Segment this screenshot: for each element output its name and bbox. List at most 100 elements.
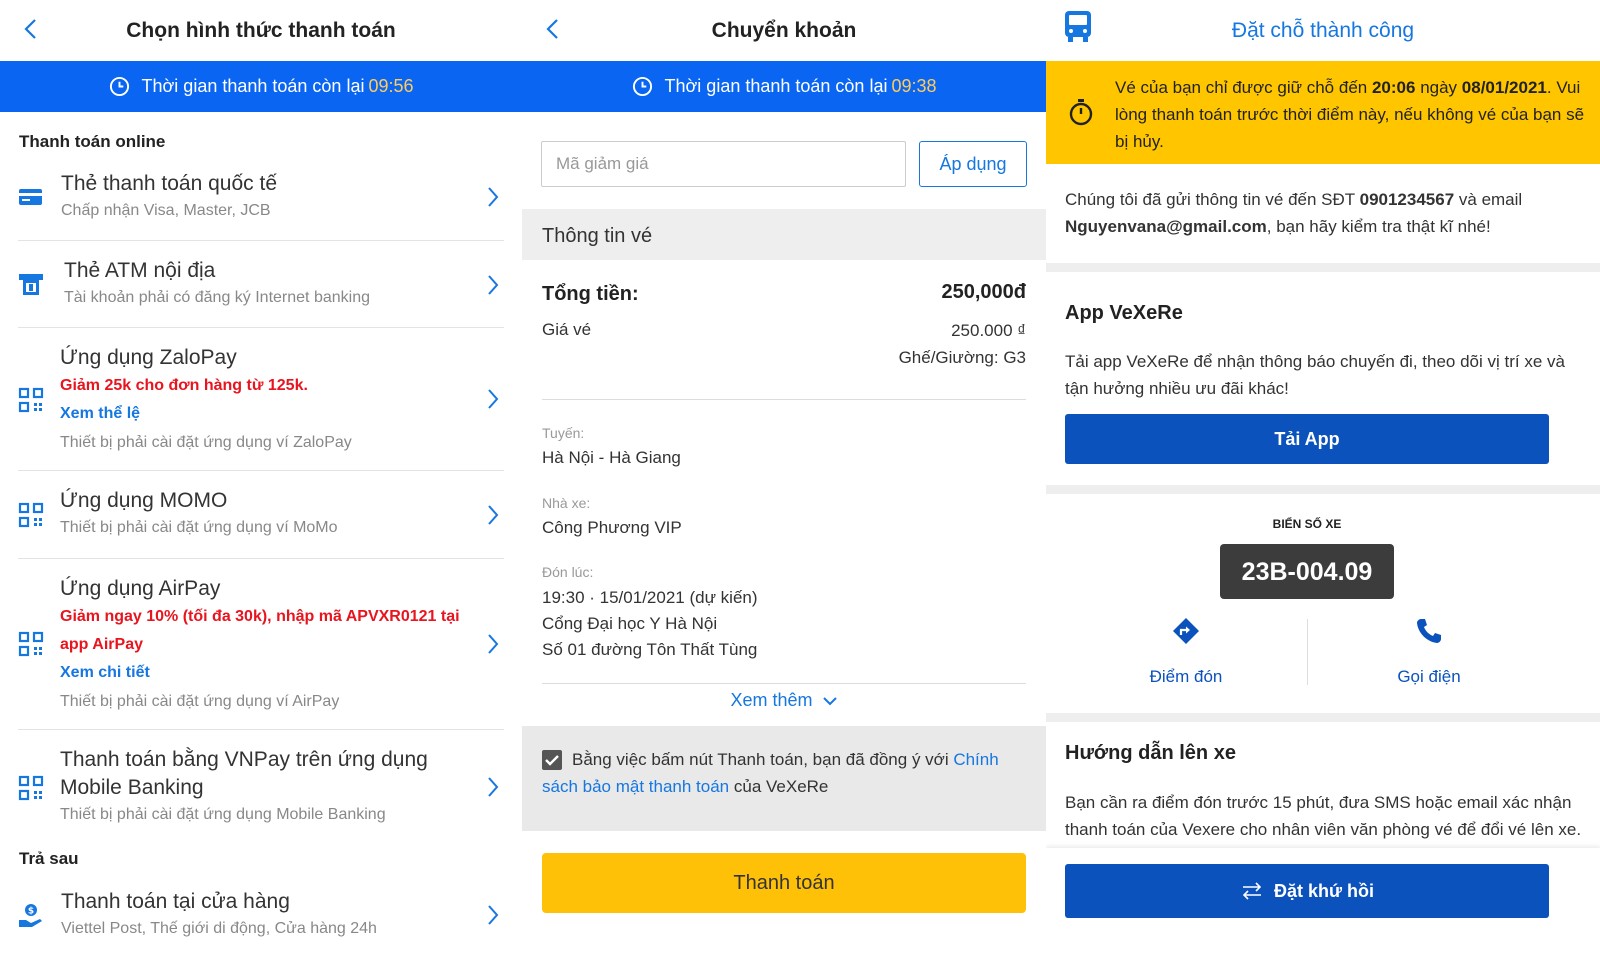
operator-value: Công Phương VIP [542, 518, 682, 537]
countdown-label: Thời gian thanh toán còn lại [141, 76, 365, 96]
method-subtitle: Thiết bị phải cài đặt ứng dụng Mobile Ba… [60, 806, 386, 823]
countdown-bar: Thời gian thanh toán còn lại 09:38 [522, 61, 1046, 112]
footer-bar: Đặt khứ hồi [1046, 848, 1600, 954]
warning-text-1: Vé của bạn chỉ được giữ chỗ đến [1115, 78, 1368, 97]
page-title: Đặt chỗ thành công [1231, 18, 1415, 42]
back-arrow-icon[interactable] [542, 16, 564, 42]
store-payment-icon: $ [19, 904, 42, 927]
method-subtitle: Thiết bị phải cài đặt ứng dụng ví AirPay [60, 693, 340, 710]
details-link[interactable]: Xem chi tiết [60, 659, 468, 687]
chevron-right-icon [488, 634, 499, 654]
page-title: Chuyển khoản [711, 18, 857, 42]
confirmation-text: Chúng tôi đã gửi thông tin vé đến SĐT 09… [1065, 186, 1586, 240]
seat-info: Ghế/Giường: G3 [898, 348, 1026, 367]
clock-icon [109, 76, 129, 97]
swap-arrows-icon [1242, 882, 1262, 900]
chevron-right-icon [488, 389, 499, 409]
warning-text-2: ngày [1420, 78, 1458, 97]
call-button[interactable]: Gọi điện [1369, 616, 1489, 687]
price-label: Giá vé [542, 320, 592, 339]
promo-text: Giảm 25k cho đơn hàng từ 125k. [60, 377, 308, 394]
method-subtitle: Chấp nhận Visa, Master, JCB [61, 202, 271, 219]
pickup-address: Số 01 đường Tôn Thất Tùng [542, 640, 758, 659]
pickup-time: 19:30 · 15/01/2021 (dự kiến) [542, 588, 758, 607]
method-subtitle: Viettel Post, Thế giới di động, Cửa hàng… [61, 920, 377, 937]
price-value: 250.000 ₫ [951, 321, 1026, 340]
agreement-suffix: của VeXeRe [733, 777, 829, 796]
clock-icon [632, 76, 652, 97]
chevron-right-icon [488, 275, 499, 295]
divider [542, 683, 1026, 684]
operator-label: Nhà xe: [542, 495, 591, 511]
method-pay-at-store[interactable]: $ Thanh toán tại cửa hàng Viettel Post, … [18, 880, 504, 954]
download-app-button[interactable]: Tải App [1065, 414, 1549, 464]
plate-label: BIỂN SỐ XE [1272, 517, 1342, 531]
app-promo-section: App VeXeRe Tải app VeXeRe để nhận thông … [1046, 272, 1600, 485]
method-atm-card[interactable]: Thẻ ATM nội địa Tài khoản phải có đăng k… [18, 241, 504, 328]
guide-title: Hướng dẫn lên xe [1065, 742, 1236, 764]
hold-time: 20:06 [1371, 78, 1416, 97]
method-title: Ứng dụng AirPay [60, 577, 221, 600]
divider [1307, 619, 1308, 685]
sent-text-2: và email [1458, 190, 1523, 209]
method-title: Thanh toán bằng VNPay trên ứng dụng Mobi… [60, 748, 428, 799]
countdown-value: 09:56 [368, 76, 414, 96]
chevron-down-icon [822, 697, 837, 706]
coupon-section: Áp dụng [522, 112, 1046, 209]
payment-method-screen: Chọn hình thức thanh toán Thời gian than… [0, 0, 522, 954]
app-description: Tải app VeXeRe để nhận thông báo chuyến … [1065, 352, 1565, 398]
pickup-place: Cổng Đại học Y Hà Nội [542, 614, 718, 633]
method-subtitle: Thiết bị phải cài đặt ứng dụng ví MoMo [60, 519, 338, 536]
directions-icon [1173, 618, 1199, 644]
method-title: Thanh toán tại cửa hàng [61, 890, 290, 913]
stopwatch-icon [1069, 99, 1093, 126]
method-momo[interactable]: Ứng dụng MOMO Thiết bị phải cài đặt ứng … [18, 471, 504, 559]
section-pay-later-title: Trả sau [19, 849, 79, 868]
qr-code-icon [18, 502, 44, 528]
ticket-info-title: Thông tin vé [522, 209, 1046, 260]
sent-text-1: Chúng tôi đã gửi thông tin vé đến SĐT [1065, 190, 1355, 209]
chevron-right-icon [488, 905, 499, 925]
total-label: Tổng tiền: [542, 283, 639, 305]
phone-icon [1417, 619, 1441, 643]
agreement-prefix: Bằng việc bấm nút Thanh toán, bạn đã đồn… [572, 750, 949, 769]
hold-warning-text: Vé của bạn chỉ được giữ chỗ đến 20:06 ng… [1115, 74, 1586, 155]
apply-coupon-button[interactable]: Áp dụng [919, 141, 1027, 187]
coupon-input[interactable] [541, 141, 906, 187]
guide-description: Bạn cần ra điểm đón trước 15 phút, đưa S… [1065, 793, 1582, 839]
method-airpay[interactable]: Ứng dụng AirPay Giảm ngay 10% (tối đa 30… [18, 559, 504, 730]
route-value: Hà Nội - Hà Giang [542, 448, 681, 467]
countdown-bar: Thời gian thanh toán còn lại 09:56 [0, 61, 522, 112]
bus-icon [1065, 11, 1091, 42]
header: Chuyển khoản [522, 0, 1046, 61]
method-zalopay[interactable]: Ứng dụng ZaloPay Giảm 25k cho đơn hàng t… [18, 328, 504, 471]
email-address: Nguyenvana@gmail.com [1065, 217, 1267, 236]
pay-button[interactable]: Thanh toán [542, 853, 1026, 913]
round-trip-button[interactable]: Đặt khứ hồi [1065, 864, 1549, 918]
method-title: Thẻ ATM nội địa [64, 259, 216, 282]
chevron-right-icon [488, 777, 499, 797]
method-international-card[interactable]: Thẻ thanh toán quốc tế Chấp nhận Visa, M… [18, 160, 504, 241]
header: Đặt chỗ thành công [1046, 0, 1600, 61]
method-subtitle: Thiết bị phải cài đặt ứng dụng ví ZaloPa… [60, 434, 352, 451]
total-value: 250,000đ [941, 281, 1026, 303]
pickup-point-button[interactable]: Điểm đón [1126, 616, 1246, 687]
pickup-point-label: Điểm đón [1149, 667, 1223, 686]
promo-text: Giảm ngay 10% (tối đa 30k), nhập mã APVX… [60, 608, 460, 653]
terms-agreement: Bằng việc bấm nút Thanh toán, bạn đã đồn… [522, 726, 1046, 831]
rules-link[interactable]: Xem thể lệ [60, 400, 468, 428]
vehicle-section: BIỂN SỐ XE 23B-004.09 Điểm đón Gọi điện [1046, 494, 1600, 713]
countdown-value: 09:38 [891, 76, 937, 96]
hold-date: 08/01/2021 [1461, 78, 1547, 97]
qr-code-icon [18, 387, 44, 413]
section-online-title: Thanh toán online [19, 132, 166, 151]
method-title: Ứng dụng ZaloPay [60, 346, 237, 369]
back-arrow-icon[interactable] [20, 16, 42, 42]
header: Chọn hình thức thanh toán [0, 0, 522, 61]
method-subtitle: Tài khoản phải có đăng ký Internet banki… [64, 289, 370, 306]
page-title: Chọn hình thức thanh toán [126, 18, 396, 42]
method-vnpay[interactable]: Thanh toán bằng VNPay trên ứng dụng Mobi… [18, 730, 504, 844]
see-more-link[interactable]: Xem thêm [522, 690, 1046, 711]
credit-card-icon [19, 189, 42, 205]
pickup-label: Đón lúc: [542, 564, 594, 580]
